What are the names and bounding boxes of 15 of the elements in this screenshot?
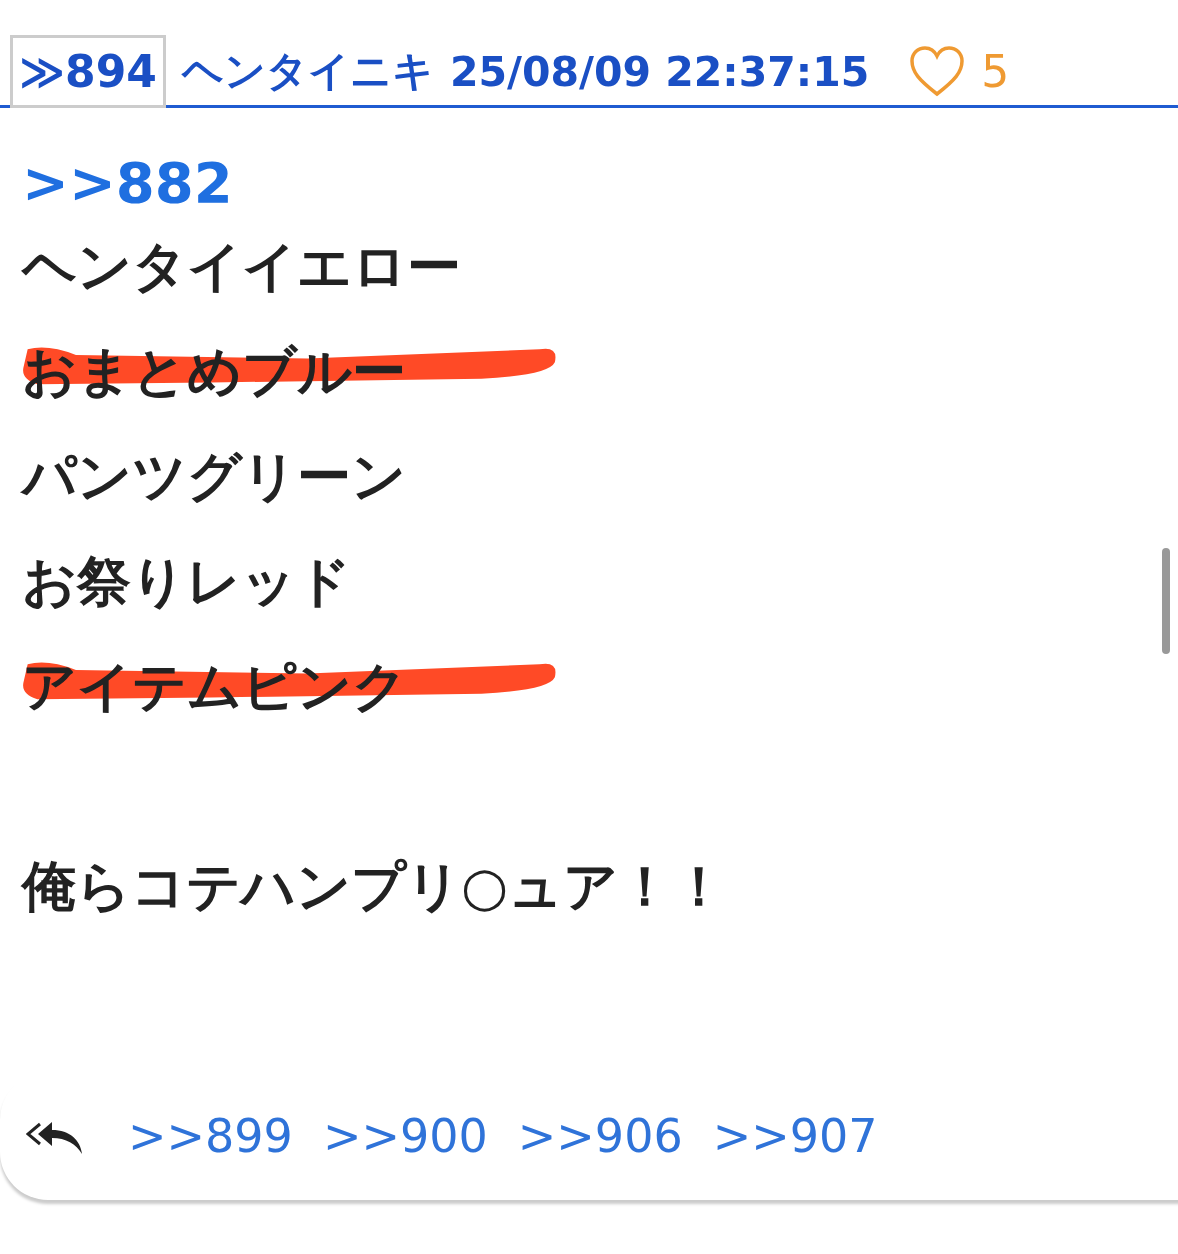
- post-text-line: お祭りレッド: [22, 549, 351, 615]
- like-count: 5: [981, 46, 1010, 97]
- reply-link[interactable]: >>907: [712, 1109, 878, 1163]
- quote-link[interactable]: >>882: [22, 150, 233, 215]
- post-text-line: パンツグリーン: [22, 444, 406, 510]
- post-number-link[interactable]: ≫894: [10, 35, 166, 108]
- reply-link[interactable]: >>900: [322, 1109, 488, 1163]
- poster-name: ヘンタイニキ: [181, 46, 434, 97]
- post-date: 25/08/09 22:37:15: [449, 47, 870, 96]
- reply-link[interactable]: >>899: [128, 1109, 293, 1163]
- scrollbar[interactable]: [1162, 548, 1170, 654]
- post-text-line: ヘンタイイエロー: [22, 234, 461, 300]
- reply-link[interactable]: >>906: [517, 1109, 683, 1163]
- post-text-line: 俺らコテハンプリ○ュア！！: [22, 854, 727, 920]
- heart-icon[interactable]: [909, 45, 966, 98]
